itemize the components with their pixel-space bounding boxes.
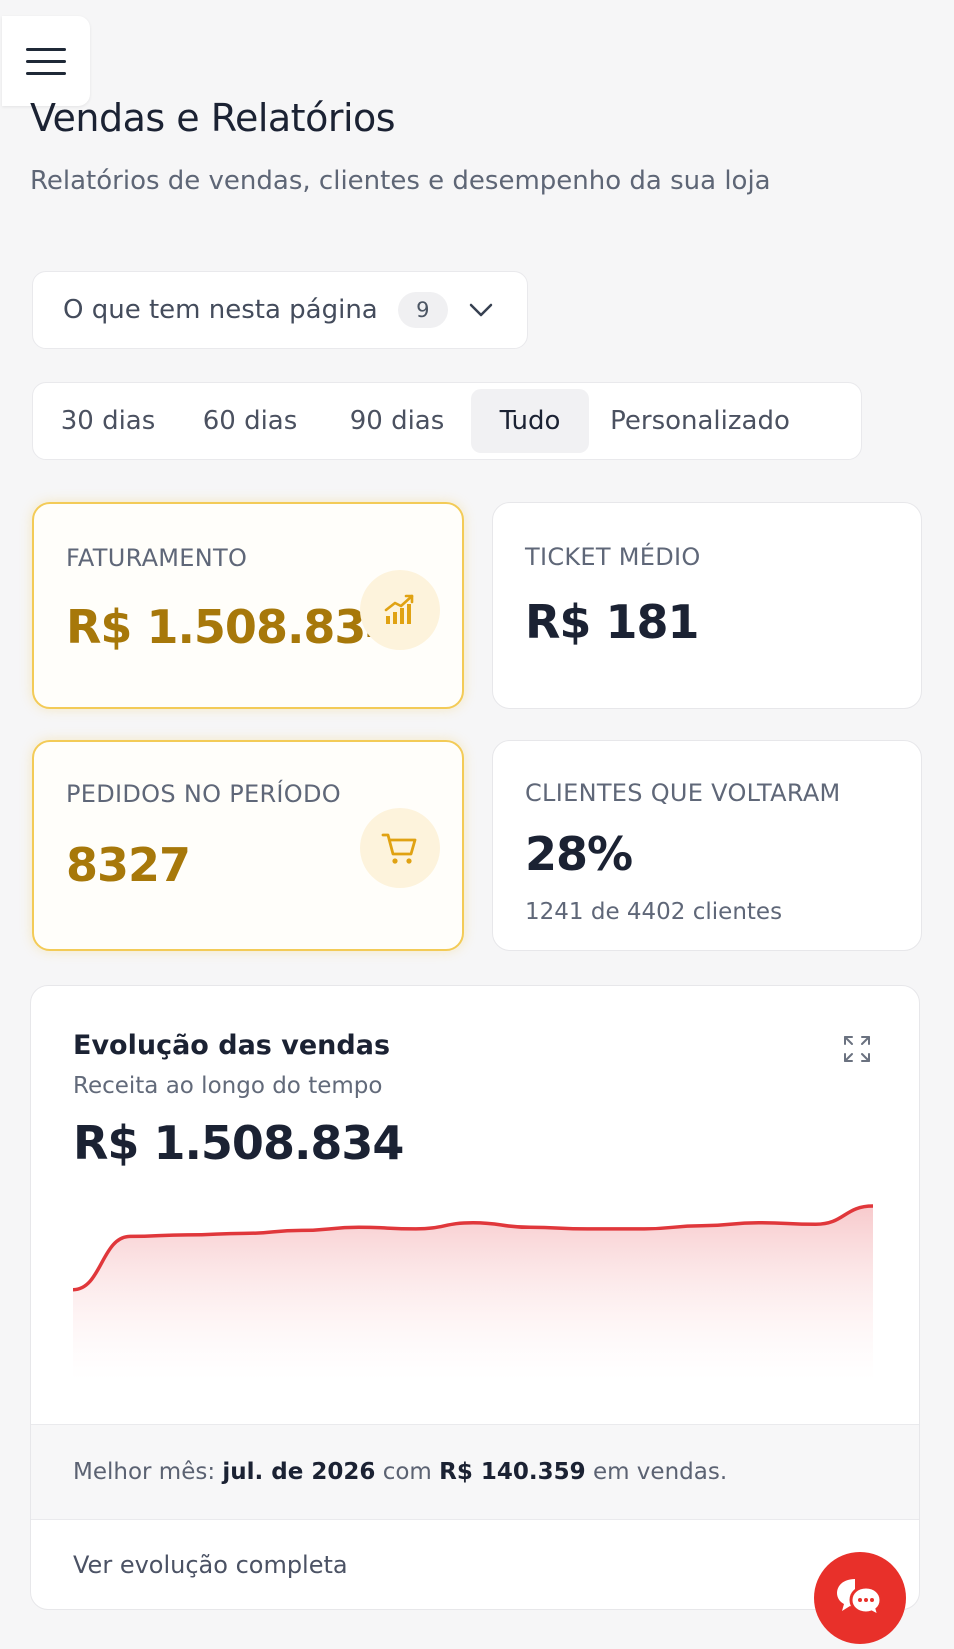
best-month-date: jul. de 2026: [222, 1459, 376, 1485]
sales-evolution-card: Evolução das vendas Receita ao longo do …: [30, 985, 920, 1610]
kpi-value: 8327: [66, 838, 191, 892]
kpi-card-orders: PEDIDOS NO PERÍODO 8327: [32, 740, 464, 951]
kpi-subtext: 1241 de 4402 clientes: [525, 899, 783, 925]
kpi-value: 28%: [525, 827, 633, 881]
chevron-down-icon: [469, 303, 492, 317]
hamburger-icon: [26, 47, 66, 75]
page-title: Vendas e Relatórios: [30, 96, 396, 140]
best-month-summary: Melhor mês: jul. de 2026 com R$ 140.359 …: [31, 1424, 919, 1520]
sales-evolution-chart: [73, 1204, 873, 1381]
evolution-subtitle: Receita ao longo do tempo: [73, 1073, 383, 1099]
kpi-value: R$ 181: [525, 595, 699, 649]
tab-60-dias[interactable]: 60 dias: [177, 389, 323, 453]
chat-bubbles-icon: [837, 1579, 883, 1619]
kpi-card-returning-customers: CLIENTES QUE VOLTARAM 28% 1241 de 4402 c…: [492, 740, 922, 951]
kpi-card-ticket: TICKET MÉDIO R$ 181: [492, 502, 922, 709]
best-month-mid: com: [382, 1459, 432, 1485]
best-month-prefix: Melhor mês:: [73, 1459, 216, 1485]
page-contents-count-badge: 9: [397, 292, 448, 328]
evolution-title: Evolução das vendas: [73, 1030, 391, 1061]
cart-icon: [360, 808, 440, 888]
chart-bar-up-icon: [360, 570, 440, 650]
chat-button[interactable]: [814, 1552, 906, 1644]
period-tabs: 30 dias 60 dias 90 dias Tudo Personaliza…: [32, 382, 862, 460]
evolution-total: R$ 1.508.834: [73, 1116, 404, 1170]
tab-90-dias[interactable]: 90 dias: [323, 389, 471, 453]
expand-icon[interactable]: [841, 1033, 873, 1065]
kpi-value: R$ 1.508.834: [66, 600, 397, 654]
kpi-label: TICKET MÉDIO: [525, 543, 701, 571]
best-month-suffix: em vendas.: [592, 1459, 728, 1485]
page-contents-label: O que tem nesta página: [63, 295, 378, 325]
page-contents-dropdown[interactable]: O que tem nesta página 9: [32, 271, 528, 349]
kpi-label: PEDIDOS NO PERÍODO: [66, 780, 341, 808]
kpi-label: FATURAMENTO: [66, 544, 248, 572]
page-subtitle: Relatórios de vendas, clientes e desempe…: [30, 166, 771, 196]
chart-area: [73, 1206, 873, 1381]
kpi-card-revenue: FATURAMENTO R$ 1.508.834: [32, 502, 464, 709]
tab-personalizado[interactable]: Personalizado: [589, 389, 811, 453]
view-full-evolution-link[interactable]: Ver evolução completa: [73, 1551, 348, 1579]
tab-tudo[interactable]: Tudo: [471, 389, 589, 453]
menu-button[interactable]: [2, 16, 90, 106]
kpi-label: CLIENTES QUE VOLTARAM: [525, 779, 841, 807]
best-month-value: R$ 140.359: [439, 1459, 586, 1485]
tab-30-dias[interactable]: 30 dias: [39, 389, 177, 453]
